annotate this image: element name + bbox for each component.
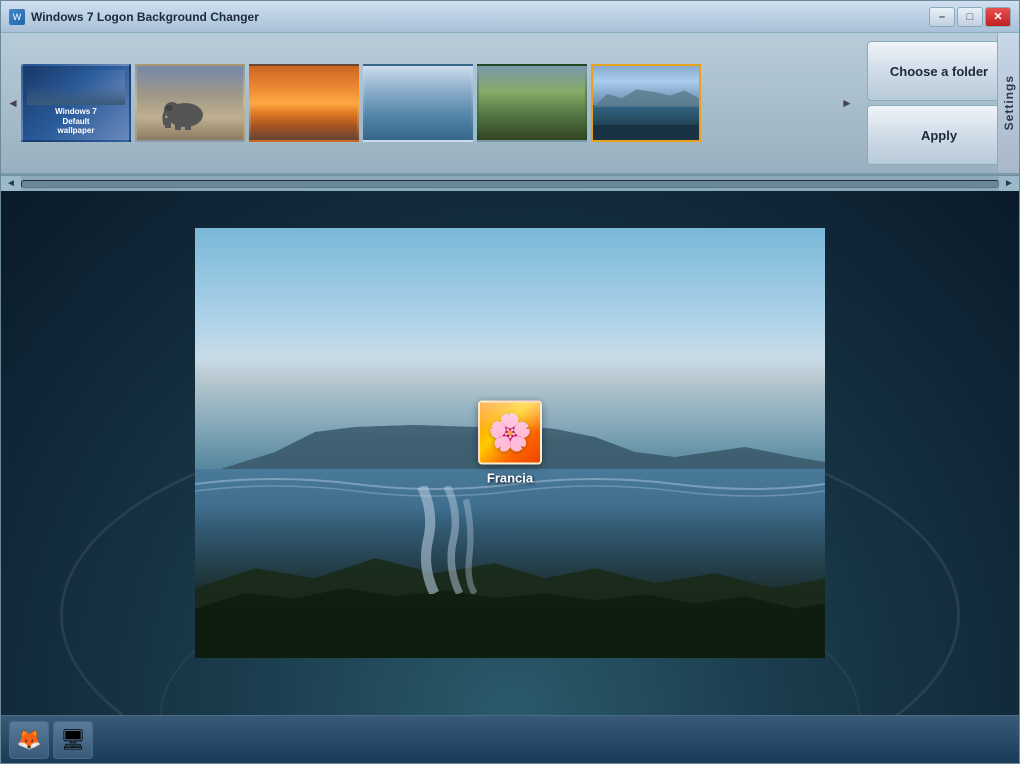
minimize-button[interactable]: – (929, 7, 955, 27)
app-icon: W (9, 9, 25, 25)
window-controls: – □ ✕ (929, 7, 1011, 27)
taskbar: 🦊 🖥 (1, 715, 1019, 763)
close-button[interactable]: ✕ (985, 7, 1011, 27)
thumbnails-strip: ◄ Windows 7 Default wallpaper (1, 33, 859, 173)
thumb-elephant[interactable] (135, 64, 245, 142)
taskbar-computer-button[interactable]: 🖥 (53, 721, 93, 759)
thumb-sea[interactable] (363, 64, 473, 142)
thumb-default[interactable]: Windows 7 Default wallpaper (21, 64, 131, 142)
user-avatar: 🌸 (478, 401, 542, 465)
thumb-default-label: Windows 7 Default wallpaper (55, 107, 97, 136)
settings-tab[interactable]: Settings (997, 33, 1019, 173)
settings-tab-label: Settings (1002, 75, 1016, 130)
main-content: 🌸 Francia (1, 191, 1019, 715)
app-window: W Windows 7 Logon Background Changer – □… (0, 0, 1020, 764)
user-icon-container: 🌸 Francia (478, 401, 542, 486)
default-wallpaper-text: Windows 7 Default wallpaper (55, 107, 97, 136)
scroll-track-right[interactable]: ► (999, 176, 1019, 191)
toolbar-area: ◄ Windows 7 Default wallpaper (1, 33, 1019, 175)
apply-button[interactable]: Apply (867, 105, 1011, 165)
title-bar: W Windows 7 Logon Background Changer – □… (1, 1, 1019, 33)
thumb-sunset[interactable] (249, 64, 359, 142)
scroll-track[interactable] (21, 180, 999, 188)
maximize-button[interactable]: □ (957, 7, 983, 27)
right-panel: Choose a folder Apply (859, 33, 1019, 173)
preview-screen: 🌸 Francia (195, 228, 825, 658)
window-title: Windows 7 Logon Background Changer (31, 10, 929, 24)
thumb-cape[interactable] (591, 64, 701, 142)
choose-folder-button[interactable]: Choose a folder (867, 41, 1011, 101)
scroll-left-arrow[interactable]: ◄ (5, 41, 21, 165)
scroll-track-left[interactable]: ◄ (1, 176, 21, 191)
computer-icon: 🖥 (60, 727, 85, 752)
thumbnails-container: Windows 7 Default wallpaper (21, 64, 839, 142)
thumbnail-scrollbar: ◄ ► (1, 175, 1019, 191)
user-name-label: Francia (487, 471, 533, 486)
firefox-icon: 🦊 (17, 727, 42, 752)
scroll-right-arrow[interactable]: ► (839, 41, 855, 165)
taskbar-firefox-button[interactable]: 🦊 (9, 721, 49, 759)
thumb-green[interactable] (477, 64, 587, 142)
rocks-area (195, 508, 825, 659)
preview-background: 🌸 Francia (195, 228, 825, 658)
